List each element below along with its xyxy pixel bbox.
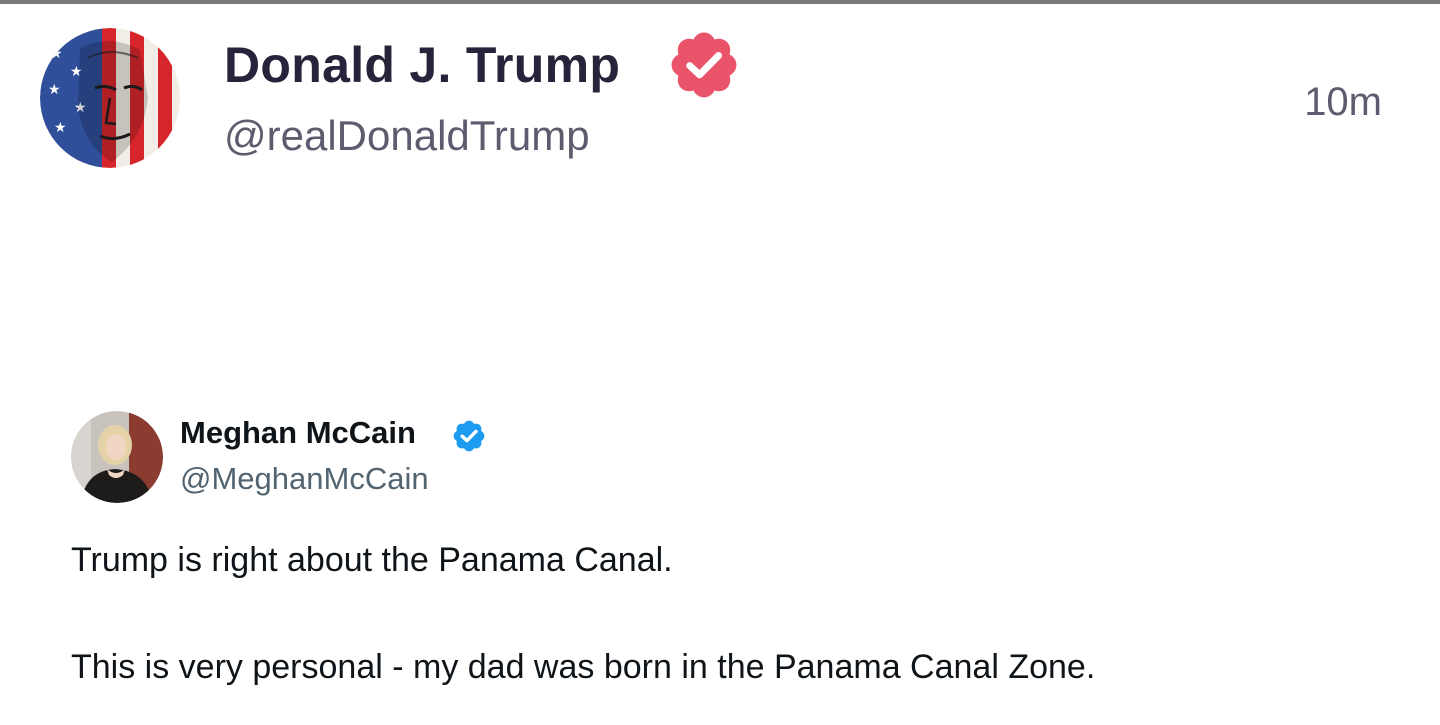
svg-text:★: ★ — [54, 120, 67, 136]
quote-author-avatar[interactable] — [71, 411, 163, 503]
person-photo-avatar-icon — [71, 411, 163, 503]
svg-text:★: ★ — [48, 82, 61, 98]
post-card: ★ ★ ★ ★ ★ Donald J. Trump @realDonaldTru… — [0, 0, 1440, 725]
author-name[interactable]: Donald J. Trump — [224, 36, 620, 94]
author-avatar[interactable]: ★ ★ ★ ★ ★ — [40, 28, 180, 168]
top-divider — [0, 0, 1440, 4]
quote-text-line: This is very personal - my dad was born … — [71, 648, 1096, 686]
quote-text-line: Trump is right about the Panama Canal. — [71, 541, 673, 579]
post-timestamp[interactable]: 10m — [1304, 80, 1382, 125]
flag-portrait-avatar-icon: ★ ★ ★ ★ ★ — [40, 28, 180, 168]
author-handle[interactable]: @realDonaldTrump — [224, 112, 590, 160]
svg-text:★: ★ — [50, 46, 63, 62]
quote-author-name[interactable]: Meghan McCain — [180, 415, 416, 451]
verified-badge-icon — [666, 27, 742, 103]
quote-author-handle[interactable]: @MeghanMcCain — [180, 461, 429, 497]
verified-badge-icon — [451, 418, 487, 454]
